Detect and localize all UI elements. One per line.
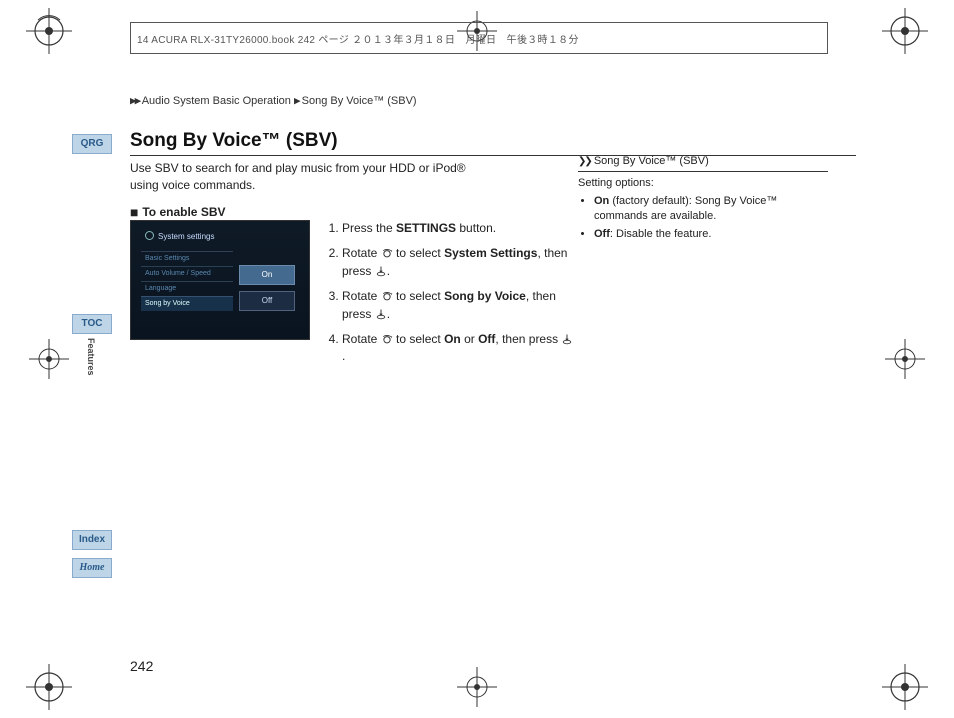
nav-home-button[interactable]: Home — [72, 558, 112, 578]
side-info-title-text: Song By Voice™ (SBV) — [594, 155, 709, 167]
screenshot-options: On Off — [239, 265, 295, 317]
breadcrumb-sep-icon: ▶▶ — [130, 94, 139, 107]
crop-mark-icon — [880, 662, 930, 712]
side-info-panel: ❯❯ Song By Voice™ (SBV) Setting options:… — [578, 154, 828, 244]
settings-screenshot: System settings Basic Settings Auto Volu… — [130, 220, 310, 340]
square-bullet-icon: ■ — [130, 204, 142, 220]
nav-toc-button[interactable]: TOC — [72, 314, 112, 334]
subheading: ■ To enable SBV — [130, 204, 226, 220]
push-button-icon — [375, 308, 387, 320]
rotate-dial-icon — [381, 247, 393, 259]
subheading-text: To enable SBV — [142, 205, 225, 219]
page-number: 242 — [130, 658, 153, 674]
breadcrumb-level-1: Audio System Basic Operation — [142, 95, 291, 107]
instruction-step: Rotate to select Song by Voice, then pre… — [342, 288, 574, 323]
nav-index-button[interactable]: Index — [72, 530, 112, 550]
crop-mark-icon — [880, 6, 930, 56]
rotate-dial-icon — [381, 333, 393, 345]
crop-mark-icon — [24, 334, 74, 384]
rotate-dial-icon — [381, 290, 393, 302]
instruction-step: Rotate to select System Settings, then p… — [342, 245, 574, 280]
section-label: Features — [86, 338, 96, 376]
screenshot-title: System settings — [145, 231, 214, 241]
breadcrumb: ▶▶ Audio System Basic Operation ▶ Song B… — [130, 94, 417, 107]
crop-mark-icon — [24, 6, 74, 56]
crop-mark-icon — [880, 334, 930, 384]
side-info-option: Off: Disable the feature. — [594, 227, 828, 242]
breadcrumb-sep-icon: ▶ — [294, 94, 299, 107]
nav-qrg-button[interactable]: QRG — [72, 134, 112, 154]
screenshot-menu-item: Language — [141, 281, 233, 296]
push-button-icon — [561, 333, 573, 345]
side-info-title: ❯❯ Song By Voice™ (SBV) — [578, 154, 828, 172]
sidebar-nav: QRG TOC Features Index Home — [72, 134, 116, 162]
screenshot-option-off: Off — [239, 291, 295, 311]
breadcrumb-level-2: Song By Voice™ (SBV) — [302, 95, 417, 107]
chevron-icon: ❯❯ — [578, 156, 591, 167]
screenshot-menu-item: Basic Settings — [141, 251, 233, 266]
side-info-setting-label: Setting options: — [578, 176, 828, 191]
page-title: Song By Voice™ (SBV) — [130, 130, 856, 156]
instruction-step: Rotate to select On or Off, then press . — [342, 331, 574, 366]
screenshot-menu: Basic Settings Auto Volume / Speed Langu… — [141, 251, 233, 311]
side-info-option: On (factory default): Song By Voice™ com… — [594, 194, 828, 225]
instruction-step: Press the SETTINGS button. — [342, 220, 574, 237]
intro-text: Use SBV to search for and play music fro… — [130, 160, 470, 194]
screenshot-option-on: On — [239, 265, 295, 285]
push-button-icon — [375, 265, 387, 277]
page-title-row: Song By Voice™ (SBV) — [130, 130, 856, 156]
crop-mark-icon — [24, 662, 74, 712]
document-header-text: 14 ACURA RLX-31TY26000.book 242 ページ ２０１３… — [137, 31, 579, 46]
screenshot-menu-item-active: Song by Voice — [141, 296, 233, 311]
screenshot-menu-item: Auto Volume / Speed — [141, 266, 233, 281]
instruction-steps: Press the SETTINGS button. Rotate to sele… — [324, 220, 574, 374]
document-header: 14 ACURA RLX-31TY26000.book 242 ページ ２０１３… — [130, 22, 828, 54]
